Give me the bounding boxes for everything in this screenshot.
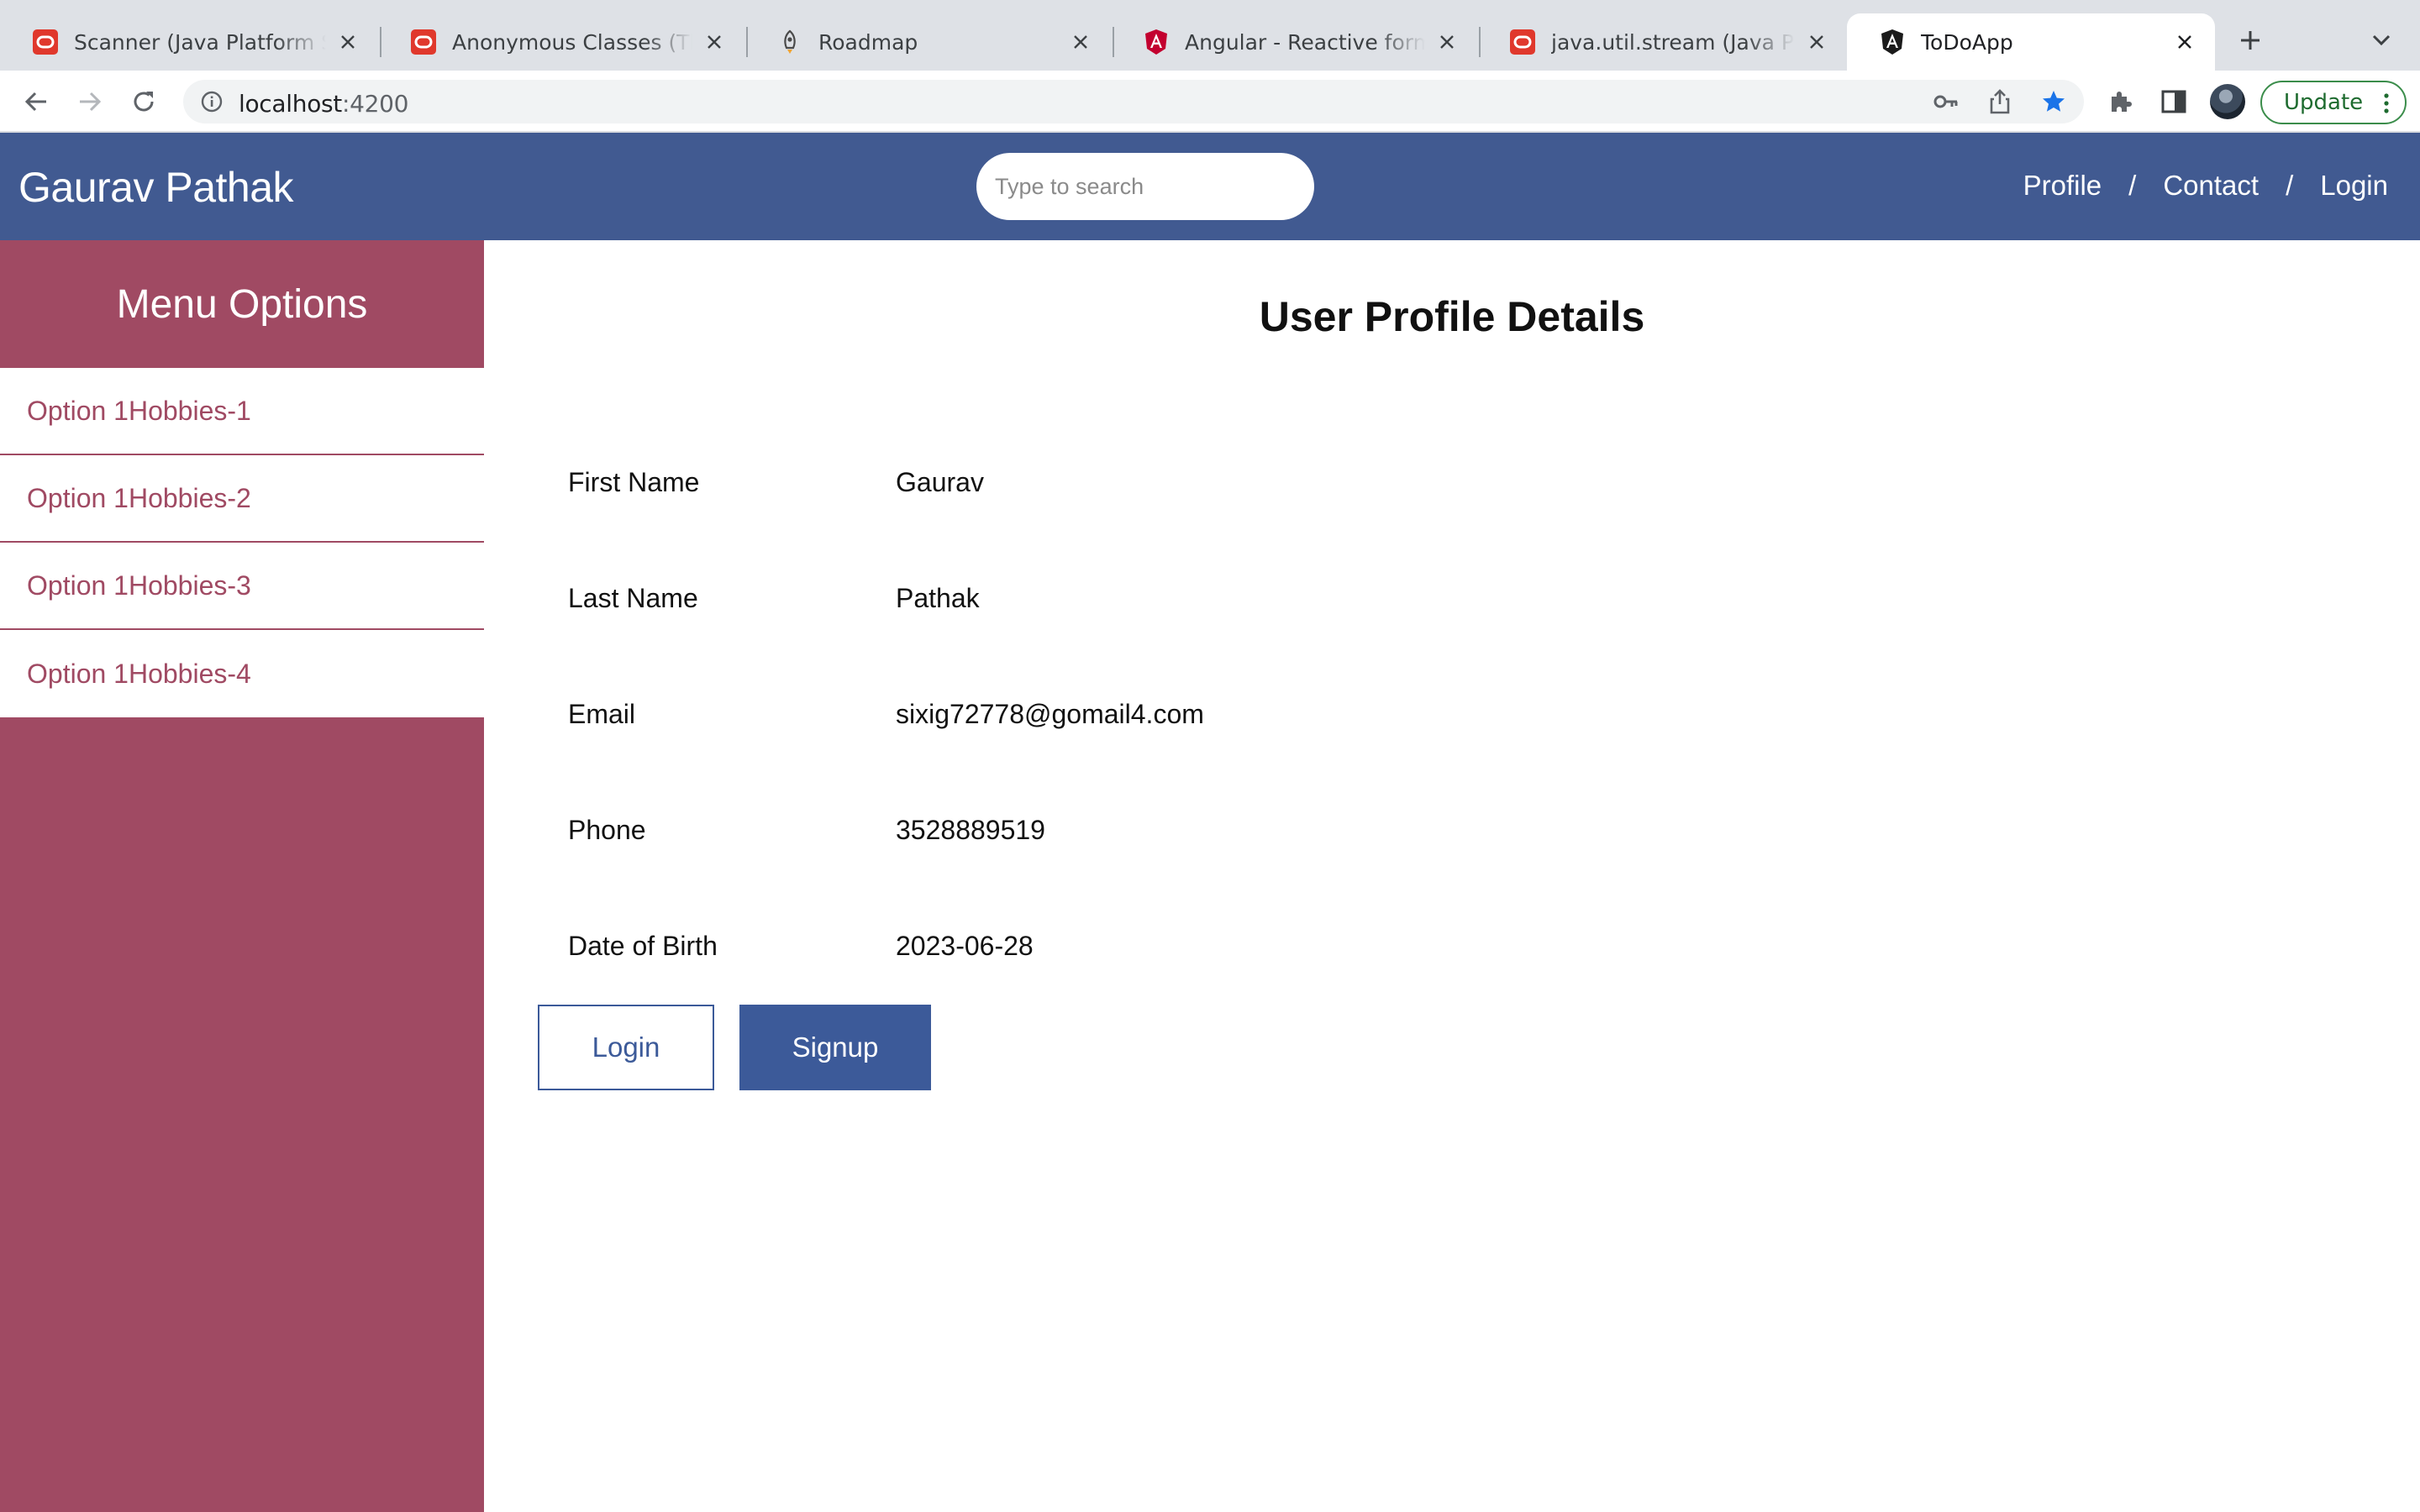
url-text: localhost:4200	[239, 90, 409, 118]
update-button[interactable]: Update	[2260, 81, 2407, 124]
search-input[interactable]	[976, 153, 1314, 220]
tab-title: Roadmap	[818, 29, 918, 55]
extensions-icon[interactable]	[2102, 84, 2138, 119]
rocket-icon	[776, 29, 803, 55]
sidebar-item-hobbies-3[interactable]: Option 1Hobbies-3	[0, 543, 484, 630]
tab-title: Scanner (Java Platform SE 8)	[74, 29, 326, 55]
close-icon[interactable]	[1067, 29, 1094, 55]
sidebar-item-hobbies-4[interactable]: Option 1Hobbies-4	[0, 630, 484, 717]
close-icon[interactable]	[334, 29, 361, 55]
field-value: sixig72778@gomail4.com	[896, 698, 1204, 729]
field-row-phone: Phone 3528889519	[568, 805, 1045, 855]
close-icon[interactable]	[1434, 29, 1460, 55]
url-port: :4200	[342, 90, 409, 118]
angular-dark-icon	[1879, 29, 1906, 55]
tab-title: Angular - Reactive forms	[1185, 29, 1425, 55]
browser-tab[interactable]: Anonymous Classes (The Java Tutorials)	[378, 13, 744, 71]
chevron-down-icon[interactable]	[2366, 25, 2396, 55]
browser-tab[interactable]: Roadmap	[744, 13, 1111, 71]
angular-icon	[1143, 29, 1170, 55]
field-label: Date of Birth	[568, 930, 718, 961]
forward-icon[interactable]	[72, 84, 108, 119]
field-row-date-of-birth: Date of Birth 2023-06-28	[568, 921, 1034, 971]
back-icon[interactable]	[18, 84, 54, 119]
close-icon[interactable]	[1803, 29, 1830, 55]
oracle-icon	[1509, 29, 1536, 55]
nav-profile-link[interactable]: Profile	[2023, 170, 2102, 202]
browser-toolbar: localhost:4200 Update	[0, 71, 2420, 133]
profile-avatar[interactable]	[2210, 84, 2245, 119]
field-row-last-name: Last Name Pathak	[568, 573, 980, 623]
update-label: Update	[2284, 90, 2364, 115]
browser-tab-active[interactable]: ToDoApp	[1847, 13, 2215, 71]
page-title: User Profile Details	[1259, 293, 1645, 340]
browser-tab-strip: Scanner (Java Platform SE 8) Anonymous C…	[0, 0, 2420, 71]
app-header: Gaurav Pathak Profile / Contact / Login	[0, 133, 2420, 240]
oracle-icon	[410, 29, 437, 55]
field-value: Gaurav	[896, 466, 984, 497]
reload-icon[interactable]	[126, 84, 161, 119]
browser-tab[interactable]: Angular - Reactive forms	[1111, 13, 1477, 71]
sidebar-item-hobbies-2[interactable]: Option 1Hobbies-2	[0, 455, 484, 543]
field-label: Email	[568, 698, 636, 729]
signup-button[interactable]: Signup	[739, 1005, 931, 1090]
field-row-email: Email sixig72778@gomail4.com	[568, 689, 1204, 739]
close-icon[interactable]	[701, 29, 728, 55]
sidebar-item-hobbies-1[interactable]: Option 1Hobbies-1	[0, 368, 484, 455]
browser-tab[interactable]: java.util.stream (Java Platform SE 8)	[1477, 13, 1847, 71]
field-value: Pathak	[896, 582, 980, 613]
tab-title: java.util.stream (Java Platform SE 8)	[1551, 29, 1795, 55]
login-button[interactable]: Login	[538, 1005, 714, 1090]
nav-login-link[interactable]: Login	[2320, 170, 2388, 202]
tab-title: ToDoApp	[1921, 29, 2013, 55]
oracle-icon	[32, 29, 59, 55]
url-host: localhost	[239, 90, 342, 118]
field-label: Phone	[568, 814, 646, 845]
more-vert-icon	[2380, 91, 2393, 116]
sidebar: Menu Options Option 1Hobbies-1 Option 1H…	[0, 240, 484, 1512]
browser-tab[interactable]: Scanner (Java Platform SE 8)	[0, 13, 378, 71]
bookmark-star-icon[interactable]	[2039, 87, 2069, 117]
field-label: First Name	[568, 466, 700, 497]
nav-contact-link[interactable]: Contact	[2163, 170, 2259, 202]
side-panel-icon[interactable]	[2156, 84, 2191, 119]
new-tab-icon[interactable]	[2233, 24, 2267, 57]
share-icon[interactable]	[1985, 87, 2015, 117]
tab-title: Anonymous Classes (The Java Tutorials)	[452, 29, 692, 55]
key-icon[interactable]	[1931, 87, 1961, 117]
nav-separator: /	[2128, 170, 2137, 201]
close-icon[interactable]	[2171, 29, 2198, 55]
profile-panel: User Profile Details First Name Gaurav L…	[484, 240, 2420, 1512]
field-value: 2023-06-28	[896, 930, 1034, 961]
nav-separator: /	[2286, 170, 2294, 201]
menu-list: Option 1Hobbies-1 Option 1Hobbies-2 Opti…	[0, 368, 484, 717]
brand-title[interactable]: Gaurav Pathak	[18, 163, 294, 212]
field-label: Last Name	[568, 582, 698, 613]
field-row-first-name: First Name Gaurav	[568, 457, 984, 507]
info-icon[interactable]	[198, 88, 225, 115]
address-bar[interactable]: localhost:4200	[183, 80, 2084, 123]
field-value: 3528889519	[896, 814, 1045, 845]
top-nav: Profile / Contact / Login	[2023, 170, 2388, 202]
sidebar-title: Menu Options	[116, 281, 368, 327]
